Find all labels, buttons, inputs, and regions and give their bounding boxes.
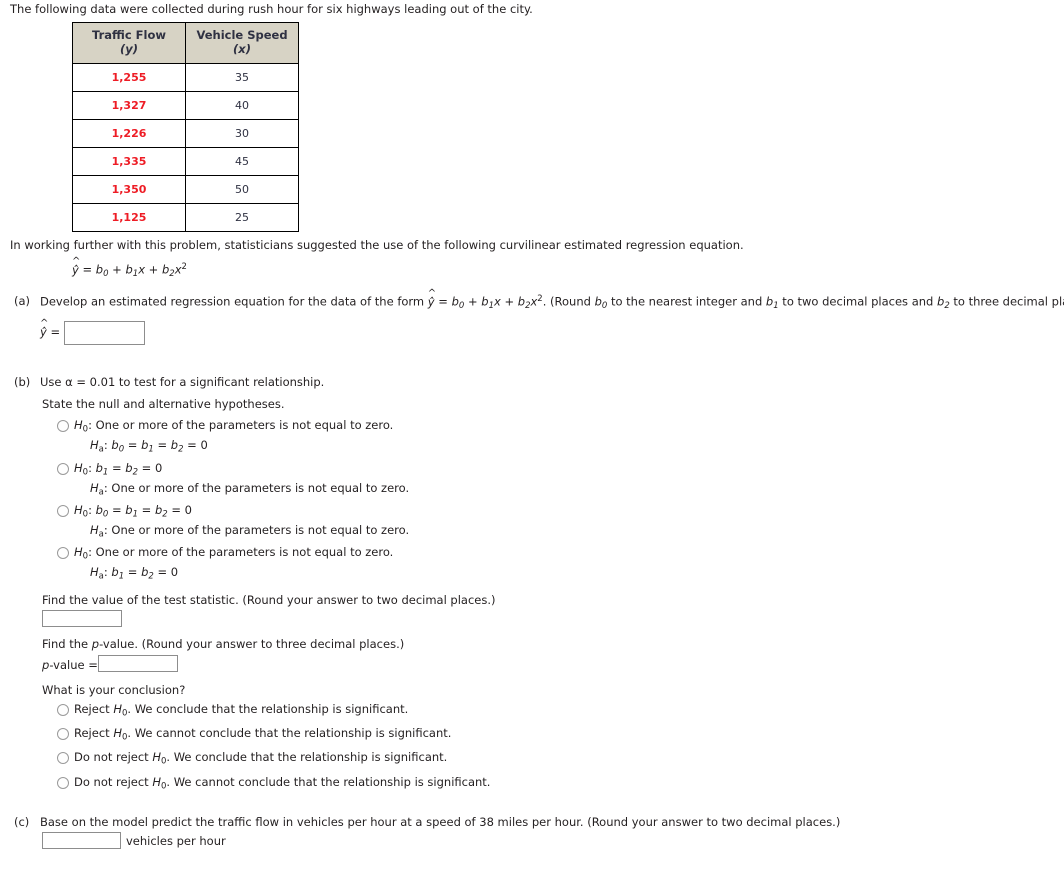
cell-vehicle-speed: 45 [185, 146, 299, 176]
traffic-data-table: Traffic Flow (y) Vehicle Speed (x) 1,255… [72, 22, 299, 232]
hypothesis-option-2-line1: H0: b1 = b2 = 0 [74, 461, 163, 478]
part-c-answer-input[interactable] [42, 832, 121, 849]
table-row: 1,125 25 [72, 202, 299, 232]
conclusion-prompt: What is your conclusion? [42, 683, 186, 697]
radio-button-icon[interactable] [57, 505, 69, 517]
cell-vehicle-speed: 50 [185, 174, 299, 204]
pvalue-input[interactable] [98, 655, 178, 672]
lead-in-text: In working further with this problem, st… [10, 238, 744, 252]
radio-button-icon[interactable] [57, 752, 69, 764]
table-header-row: Traffic Flow (y) Vehicle Speed (x) [72, 22, 299, 64]
hypothesis-option-3[interactable]: H0: b0 = b1 = b2 = 0 Ha: One or more of … [57, 503, 409, 540]
conclusion-option-4[interactable]: Do not reject H0. We cannot conclude tha… [57, 775, 490, 791]
cell-traffic-flow: 1,125 [72, 202, 186, 232]
part-a-label: (a) [14, 294, 31, 308]
curvilinear-equation: ŷ = b0 + b1x + b2x2 [72, 256, 187, 279]
column-header-traffic-flow: Traffic Flow (y) [72, 22, 186, 64]
part-a-prompt-start: Develop an estimated regression equation… [40, 294, 428, 309]
hypothesis-option-1-text: H0: One or more of the parameters is not… [74, 418, 393, 455]
hypothesis-option-3-line2: Ha: One or more of the parameters is not… [90, 523, 410, 540]
radio-button-icon[interactable] [57, 547, 69, 559]
column-header-vehicle-speed-title: Vehicle Speed [196, 28, 288, 42]
pvalue-prompt: Find the p-value. (Round your answer to … [42, 637, 405, 651]
test-statistic-prompt: Find the value of the test statistic. (R… [42, 593, 496, 607]
hypothesis-option-4[interactable]: H0: One or more of the parameters is not… [57, 545, 393, 582]
part-b-label: (b) [14, 375, 31, 389]
hypothesis-option-2-line2: Ha: One or more of the parameters is not… [90, 481, 410, 498]
part-b-prompt: Use α = 0.01 to test for a significant r… [40, 375, 325, 389]
data-table-container: Traffic Flow (y) Vehicle Speed (x) 1,255… [72, 22, 299, 232]
hypothesis-option-2[interactable]: H0: b1 = b2 = 0 Ha: One or more of the p… [57, 461, 409, 498]
table-body: 1,255 35 1,327 40 1,226 30 1,335 45 1,35… [72, 62, 299, 232]
conclusion-option-2[interactable]: Reject H0. We cannot conclude that the r… [57, 726, 451, 742]
cell-vehicle-speed: 25 [185, 202, 299, 232]
table-row: 1,226 30 [72, 118, 299, 148]
part-a-round-end: to three decimal places.) [953, 294, 1064, 309]
part-a-prompt: Develop an estimated regression equation… [40, 288, 1064, 311]
cell-vehicle-speed: 35 [185, 62, 299, 92]
hypothesis-option-1[interactable]: H0: One or more of the parameters is not… [57, 418, 393, 455]
conclusion-option-3-text: Do not reject H0. We conclude that the r… [74, 750, 448, 767]
conclusion-option-1-text: Reject H0. We conclude that the relation… [74, 702, 409, 719]
cell-vehicle-speed: 30 [185, 118, 299, 148]
part-a-prompt-end: . (Round [542, 294, 595, 309]
part-a-answer-input[interactable] [64, 321, 145, 345]
cell-traffic-flow: 1,335 [72, 146, 186, 176]
cell-traffic-flow: 1,226 [72, 118, 186, 148]
test-statistic-input[interactable] [42, 610, 122, 627]
column-header-vehicle-speed-symbol: (x) [233, 42, 251, 57]
conclusion-option-3[interactable]: Do not reject H0. We conclude that the r… [57, 750, 447, 766]
hypothesis-option-3-line1: H0: b0 = b1 = b2 = 0 [74, 503, 192, 520]
hypothesis-option-4-line2: Ha: b1 = b2 = 0 [90, 565, 179, 582]
pvalue-label: p-value = [42, 658, 98, 672]
hypothesis-option-4-text: H0: One or more of the parameters is not… [74, 545, 393, 582]
cell-traffic-flow: 1,350 [72, 174, 186, 204]
hypothesis-option-3-text: H0: b0 = b1 = b2 = 0 Ha: One or more of … [74, 503, 409, 540]
table-head: Traffic Flow (y) Vehicle Speed (x) [72, 22, 299, 64]
radio-button-icon[interactable] [57, 463, 69, 475]
column-header-vehicle-speed: Vehicle Speed (x) [185, 22, 299, 64]
part-a-round-mid1: to the nearest integer and [607, 294, 766, 309]
conclusion-option-2-text: Reject H0. We cannot conclude that the r… [74, 726, 452, 743]
column-header-traffic-flow-symbol: (y) [119, 42, 138, 57]
hypothesis-option-1-line2: Ha: b0 = b1 = b2 = 0 [90, 438, 208, 455]
hypothesis-option-1-line1: H0: One or more of the parameters is not… [74, 418, 394, 435]
radio-button-icon[interactable] [57, 704, 69, 716]
hypotheses-prompt: State the null and alternative hypothese… [42, 397, 285, 411]
part-a-answer-prefix: ŷ = [40, 318, 60, 339]
radio-button-icon[interactable] [57, 420, 69, 432]
table-row: 1,255 35 [72, 62, 299, 92]
conclusion-option-4-text: Do not reject H0. We cannot conclude tha… [74, 775, 491, 792]
cell-traffic-flow: 1,327 [72, 90, 186, 120]
part-c-prompt: Base on the model predict the traffic fl… [40, 815, 841, 829]
hypothesis-option-4-line1: H0: One or more of the parameters is not… [74, 545, 394, 562]
part-a-round-mid2: to two decimal places and [778, 294, 937, 309]
part-c-units: vehicles per hour [126, 834, 226, 848]
conclusion-option-1[interactable]: Reject H0. We conclude that the relation… [57, 702, 408, 718]
part-c-label: (c) [14, 815, 30, 829]
intro-text: The following data were collected during… [10, 2, 533, 16]
cell-traffic-flow: 1,255 [72, 62, 186, 92]
worksheet-page: The following data were collected during… [0, 0, 1064, 875]
column-header-traffic-flow-title: Traffic Flow [92, 28, 166, 42]
table-row: 1,327 40 [72, 90, 299, 120]
hypothesis-option-2-text: H0: b1 = b2 = 0 Ha: One or more of the p… [74, 461, 409, 498]
radio-button-icon[interactable] [57, 728, 69, 740]
radio-button-icon[interactable] [57, 777, 69, 789]
cell-vehicle-speed: 40 [185, 90, 299, 120]
table-row: 1,335 45 [72, 146, 299, 176]
table-row: 1,350 50 [72, 174, 299, 204]
